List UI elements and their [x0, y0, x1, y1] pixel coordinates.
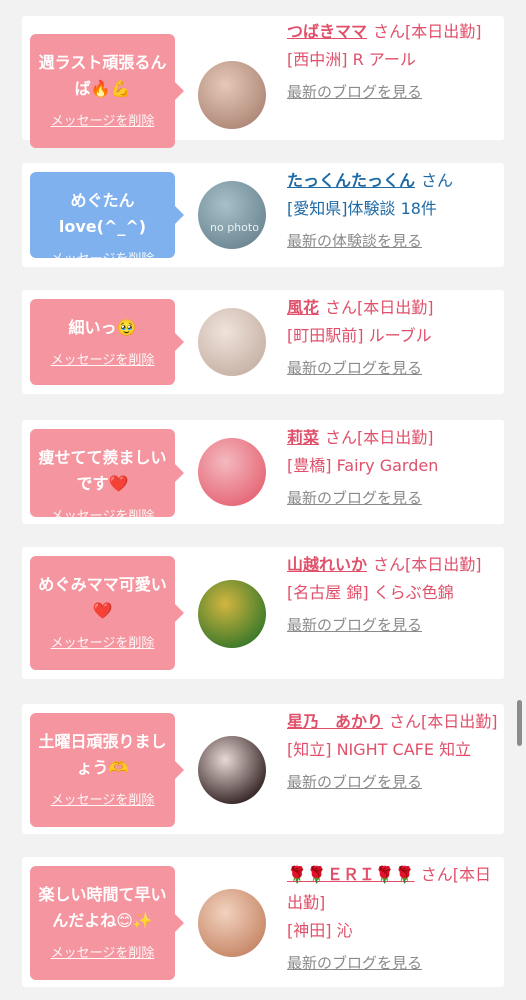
latest-blog-link[interactable]: 最新のブログを見る	[287, 484, 499, 512]
avatar[interactable]	[198, 736, 266, 804]
sender-name-link[interactable]: 莉菜	[287, 428, 319, 447]
bubble-pointer	[175, 604, 184, 622]
avatar[interactable]	[198, 438, 266, 506]
avatar[interactable]	[198, 308, 266, 376]
sender-info: つばきママ さん[本日出勤] [西中洲] R アール最新のブログを見る	[287, 18, 499, 106]
attendance-status: [本日出勤]	[357, 428, 434, 447]
shop-info: [西中洲] R アール	[287, 50, 416, 69]
sender-name-link[interactable]: 星乃 あかり	[287, 712, 383, 731]
honorific: さん	[325, 298, 358, 317]
shop-info: [知立] NIGHT CAFE 知立	[287, 740, 472, 759]
delete-message-link[interactable]: メッセージを削除	[36, 942, 169, 961]
message-bubble: 土曜日頑張りましょう🫶 メッセージを削除	[30, 713, 184, 827]
message-bubble: めぐたんlove(^_^) メッセージを削除	[30, 172, 184, 267]
message-text: 週ラスト頑張るんば🔥💪	[38, 53, 167, 98]
sender-name-link[interactable]: つばきママ	[287, 22, 367, 41]
message-card: 楽しい時間て早いんだよね😊✨ メッセージを削除 🌹🌹ＥＲＩ🌹🌹 さん[本日出勤] [神田…	[22, 857, 504, 987]
shop-info: [豊橋] Fairy Garden	[287, 456, 439, 475]
message-text: 楽しい時間て早いんだよね😊✨	[38, 885, 167, 930]
avatar-placeholder-text: no photo	[210, 221, 259, 234]
latest-blog-link[interactable]: 最新のブログを見る	[287, 949, 499, 977]
message-bubble: めぐみママ可愛い❤️ メッセージを削除	[30, 556, 184, 670]
avatar[interactable]	[198, 61, 266, 129]
latest-blog-link[interactable]: 最新のブログを見る	[287, 768, 499, 796]
sender-info: 莉菜 さん[本日出勤] [豊橋] Fairy Garden 最新のブログを見る	[287, 424, 499, 512]
message-card: 痩せてて羨ましいです❤️ メッセージを削除 莉菜 さん[本日出勤] [豊橋] Fairy…	[22, 420, 504, 524]
delete-message-link[interactable]: メッセージを削除	[36, 632, 169, 651]
delete-message-link[interactable]: メッセージを削除	[36, 789, 169, 808]
message-bubble: 楽しい時間て早いんだよね😊✨ メッセージを削除	[30, 866, 184, 980]
sender-info: たっくんたっくん さん [愛知県]体験談 18件最新の体験談を見る	[287, 167, 499, 255]
bubble-pointer	[175, 333, 184, 351]
message-card: めぐたんlove(^_^) メッセージを削除 no photo たっくんたっくん さん […	[22, 163, 504, 267]
scrollbar[interactable]	[517, 700, 522, 746]
attendance-status: [本日出勤]	[405, 555, 482, 574]
shop-info: [神田] 沁	[287, 921, 353, 940]
bubble-pointer	[175, 82, 184, 100]
bubble-pointer	[175, 206, 184, 224]
honorific: さん	[325, 428, 358, 447]
avatar[interactable]	[198, 580, 266, 648]
attendance-status: [本日出勤]	[421, 712, 498, 731]
message-text: 細いっ🥹	[68, 318, 137, 337]
sender-name-link[interactable]: 風花	[287, 298, 319, 317]
message-card: 週ラスト頑張るんば🔥💪 メッセージを削除 つばきママ さん[本日出勤] [西中洲] R …	[22, 16, 504, 148]
honorific: さん	[420, 865, 453, 884]
bubble-pointer	[175, 761, 184, 779]
message-bubble: 痩せてて羨ましいです❤️ メッセージを削除	[30, 429, 184, 524]
message-card: 細いっ🥹 メッセージを削除 風花 さん[本日出勤] [町田駅前] ルーブル最新のブログを…	[22, 290, 504, 394]
latest-blog-link[interactable]: 最新の体験談を見る	[287, 227, 499, 255]
delete-message-link[interactable]: メッセージを削除	[36, 110, 169, 129]
latest-blog-link[interactable]: 最新のブログを見る	[287, 611, 499, 639]
message-card: めぐみママ可愛い❤️ メッセージを削除 山越れいか さん[本日出勤] [名古屋 錦] く…	[22, 547, 504, 679]
attendance-status: [本日出勤]	[357, 298, 434, 317]
attendance-status: [本日出勤]	[405, 22, 482, 41]
bubble-pointer	[175, 914, 184, 932]
bubble-pointer	[175, 464, 184, 482]
avatar[interactable]	[198, 889, 266, 957]
sender-name-link[interactable]: たっくんたっくん	[287, 171, 415, 190]
message-bubble: 細いっ🥹 メッセージを削除	[30, 299, 184, 385]
shop-info: [名古屋 錦] くらぶ色錦	[287, 583, 454, 602]
message-bubble: 週ラスト頑張るんば🔥💪 メッセージを削除	[30, 34, 184, 148]
message-text: めぐみママ可愛い❤️	[38, 575, 167, 620]
latest-blog-link[interactable]: 最新のブログを見る	[287, 354, 499, 382]
delete-message-link[interactable]: メッセージを削除	[36, 349, 169, 368]
message-text: 痩せてて羨ましいです❤️	[38, 448, 167, 493]
delete-message-link[interactable]: メッセージを削除	[36, 248, 169, 267]
message-card: 土曜日頑張りましょう🫶 メッセージを削除 星乃 あかり さん[本日出勤] [知立] NI…	[22, 704, 504, 834]
shop-info: [愛知県]体験談 18件	[287, 199, 437, 218]
message-list: 週ラスト頑張るんば🔥💪 メッセージを削除 つばきママ さん[本日出勤] [西中洲] R …	[0, 0, 526, 1000]
shop-info: [町田駅前] ルーブル	[287, 326, 432, 345]
sender-info: 🌹🌹ＥＲＩ🌹🌹 さん[本日出勤] [神田] 沁最新のブログを見る	[287, 861, 499, 977]
honorific: さん	[389, 712, 422, 731]
avatar[interactable]: no photo	[198, 181, 266, 249]
sender-info: 山越れいか さん[本日出勤] [名古屋 錦] くらぶ色錦最新のブログを見る	[287, 551, 499, 639]
message-text: 土曜日頑張りましょう🫶	[38, 732, 167, 777]
sender-info: 風花 さん[本日出勤] [町田駅前] ルーブル最新のブログを見る	[287, 294, 499, 382]
sender-name-link[interactable]: 山越れいか	[287, 555, 367, 574]
latest-blog-link[interactable]: 最新のブログを見る	[287, 78, 499, 106]
honorific: さん	[373, 22, 406, 41]
sender-name-link[interactable]: 🌹🌹ＥＲＩ🌹🌹	[287, 865, 415, 884]
sender-info: 星乃 あかり さん[本日出勤] [知立] NIGHT CAFE 知立最新のブログを見…	[287, 708, 499, 796]
honorific: さん	[421, 171, 454, 190]
delete-message-link[interactable]: メッセージを削除	[36, 505, 169, 524]
honorific: さん	[373, 555, 406, 574]
message-text: めぐたんlove(^_^)	[58, 191, 147, 236]
